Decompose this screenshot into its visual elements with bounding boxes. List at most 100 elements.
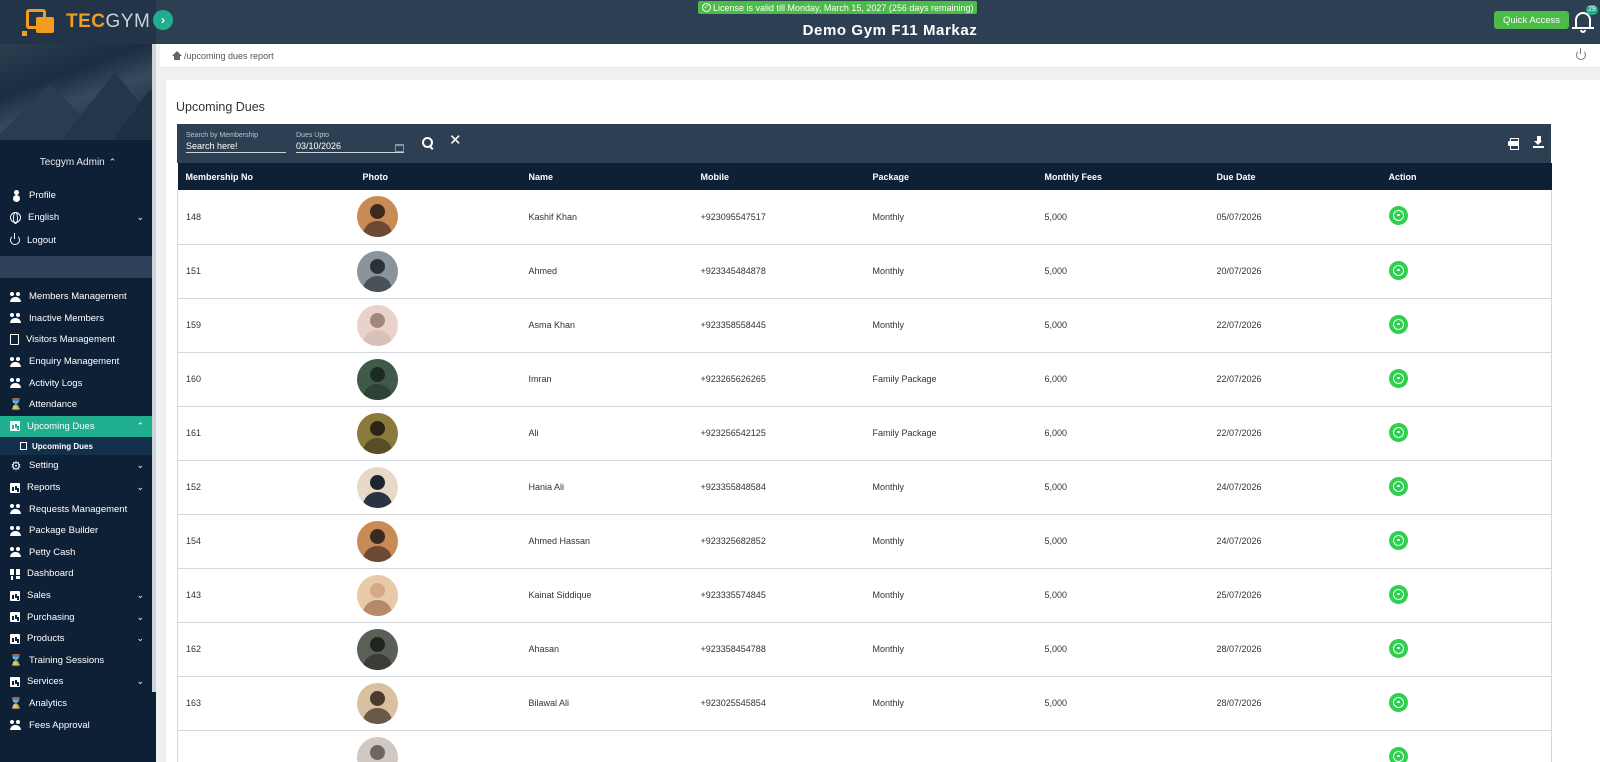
cell-mobile: +923095547517 (692, 190, 865, 245)
whatsapp-icon[interactable] (1388, 476, 1408, 496)
avatar[interactable] (356, 196, 398, 238)
column-header[interactable]: Photo (354, 163, 521, 190)
cell-action (1380, 730, 1552, 762)
column-header[interactable]: Package (864, 163, 1037, 190)
cell-action (1380, 352, 1552, 407)
column-header[interactable]: Monthly Fees (1036, 163, 1209, 190)
breadcrumb-current: upcoming dues report (186, 50, 274, 61)
whatsapp-icon[interactable] (1388, 584, 1408, 604)
sidebar-item-services[interactable]: Services ⌄ (0, 671, 156, 693)
page-title: Upcoming Dues (176, 100, 265, 114)
cell-mobile: +923358558445 (692, 298, 865, 353)
sidebar-banner-image (0, 44, 156, 140)
clear-button[interactable]: ✕ (449, 133, 462, 148)
cell-photo (354, 352, 521, 407)
check-circle-icon: ✓ (702, 3, 711, 12)
whatsapp-icon[interactable] (1388, 314, 1408, 334)
cell-due-date: 22/07/2026 (1208, 298, 1381, 353)
column-header[interactable]: Action (1380, 163, 1552, 190)
cell-name: Bilawal Ali (520, 676, 693, 731)
sidebar-item-members-management[interactable]: Members Management (0, 286, 156, 308)
cell-membership-no: 160 (177, 352, 355, 407)
avatar[interactable] (356, 358, 398, 400)
table-row: 162 Ahasan +923358454788 Monthly 5,000 28/07/… (177, 622, 1552, 677)
membership-search-input[interactable]: Search here! (186, 141, 286, 153)
sidebar-item-petty-cash[interactable]: Petty Cash (0, 542, 156, 564)
chart-icon (10, 633, 20, 644)
column-header[interactable]: Due Date (1208, 163, 1381, 190)
table-row: 143 Kainat Siddique +923335574845 Monthly 5,… (177, 568, 1552, 623)
cell-package: Monthly (864, 460, 1037, 515)
avatar[interactable] (356, 466, 398, 508)
cell-due-date (1208, 730, 1381, 762)
chart-icon (10, 612, 20, 623)
column-header[interactable]: Mobile (692, 163, 865, 190)
print-button[interactable] (1508, 138, 1519, 150)
main-card: Upcoming Dues Search by Membership Searc… (166, 80, 1600, 762)
avatar[interactable] (356, 574, 398, 616)
sidebar-item-dashboard[interactable]: Dashboard (0, 563, 156, 585)
chevron-down-icon: ⌄ (136, 633, 144, 644)
avatar[interactable] (356, 304, 398, 346)
sidebar-item-training-sessions[interactable]: ⌛ Training Sessions (0, 650, 156, 672)
sidebar-item-fees-approval[interactable]: Fees Approval (0, 714, 156, 736)
sidebar-item-profile[interactable]: Profile (0, 184, 156, 207)
sidebar-item-language[interactable]: English ⌄ (0, 207, 156, 230)
sidebar-scrollbar[interactable] (152, 44, 156, 692)
avatar[interactable] (356, 628, 398, 670)
avatar[interactable] (356, 682, 398, 724)
sidebar-user-menu[interactable]: Tecgym Admin ⌃ (0, 140, 156, 184)
whatsapp-icon[interactable] (1388, 260, 1408, 280)
sidebar-item-inactive-members[interactable]: Inactive Members (0, 308, 156, 330)
sidebar-item-requests-management[interactable]: Requests Management (0, 498, 156, 520)
cell-due-date: 25/07/2026 (1208, 568, 1381, 623)
avatar[interactable] (356, 250, 398, 292)
cell-package: Monthly (864, 568, 1037, 623)
cell-membership-no: 151 (177, 244, 355, 299)
whatsapp-icon[interactable] (1388, 530, 1408, 550)
sidebar-item-products[interactable]: Products ⌄ (0, 628, 156, 650)
sidebar-item-setting[interactable]: ⚙ Setting ⌄ (0, 455, 156, 477)
chart-icon (10, 421, 20, 432)
sidebar-item-visitors-management[interactable]: Visitors Management (0, 329, 156, 351)
sidebar-item-purchasing[interactable]: Purchasing ⌄ (0, 606, 156, 628)
whatsapp-icon[interactable] (1388, 692, 1408, 712)
whatsapp-icon[interactable] (1388, 746, 1408, 762)
avatar[interactable] (356, 736, 398, 762)
sidebar-item-analytics[interactable]: ⌛ Analytics (0, 693, 156, 715)
dues-upto-input[interactable]: 03/10/2026 (296, 141, 404, 153)
cell-mobile: +923345484878 (692, 244, 865, 299)
avatar[interactable] (356, 520, 398, 562)
sidebar-item-upcoming-dues[interactable]: Upcoming Dues ⌃ (0, 415, 156, 438)
table-row: 161 Ali +923256542125 Family Package 6,000 22… (177, 406, 1552, 461)
search-button[interactable] (422, 137, 434, 149)
whatsapp-icon[interactable] (1388, 422, 1408, 442)
whatsapp-icon[interactable] (1388, 638, 1408, 658)
sidebar-item-sales[interactable]: Sales ⌄ (0, 585, 156, 607)
home-icon[interactable] (172, 51, 182, 60)
membership-filter: Search by Membership Search here! (186, 132, 286, 153)
download-button[interactable] (1533, 136, 1544, 148)
sidebar-item-package-builder[interactable]: Package Builder (0, 520, 156, 542)
sidebar-item-attendance[interactable]: ⌛ Attendance (0, 394, 156, 416)
whatsapp-icon[interactable] (1388, 368, 1408, 388)
avatar[interactable] (356, 412, 398, 454)
cell-due-date: 24/07/2026 (1208, 514, 1381, 569)
cell-action (1380, 406, 1552, 461)
sidebar-item-enquiry-management[interactable]: Enquiry Management (0, 351, 156, 373)
sidebar-item-logout[interactable]: Logout (0, 229, 156, 252)
whatsapp-icon[interactable] (1388, 206, 1408, 226)
copy-icon (20, 442, 27, 451)
app-logo[interactable]: TECGYM (0, 0, 156, 44)
quick-access-button[interactable]: Quick Access (1494, 11, 1570, 29)
sidebar-subitem-upcoming-dues[interactable]: Upcoming Dues (0, 437, 156, 456)
cell-mobile: +923355848584 (692, 460, 865, 515)
calendar-icon[interactable] (395, 144, 404, 152)
power-icon[interactable] (1576, 48, 1586, 60)
sidebar-item-reports[interactable]: Reports ⌄ (0, 477, 156, 499)
sidebar-item-activity-logs[interactable]: Activity Logs (0, 372, 156, 394)
column-header[interactable]: Membership No (177, 163, 355, 190)
column-header[interactable]: Name (520, 163, 693, 190)
cell-photo (354, 460, 521, 515)
notifications-button[interactable]: 29 (1572, 5, 1598, 34)
